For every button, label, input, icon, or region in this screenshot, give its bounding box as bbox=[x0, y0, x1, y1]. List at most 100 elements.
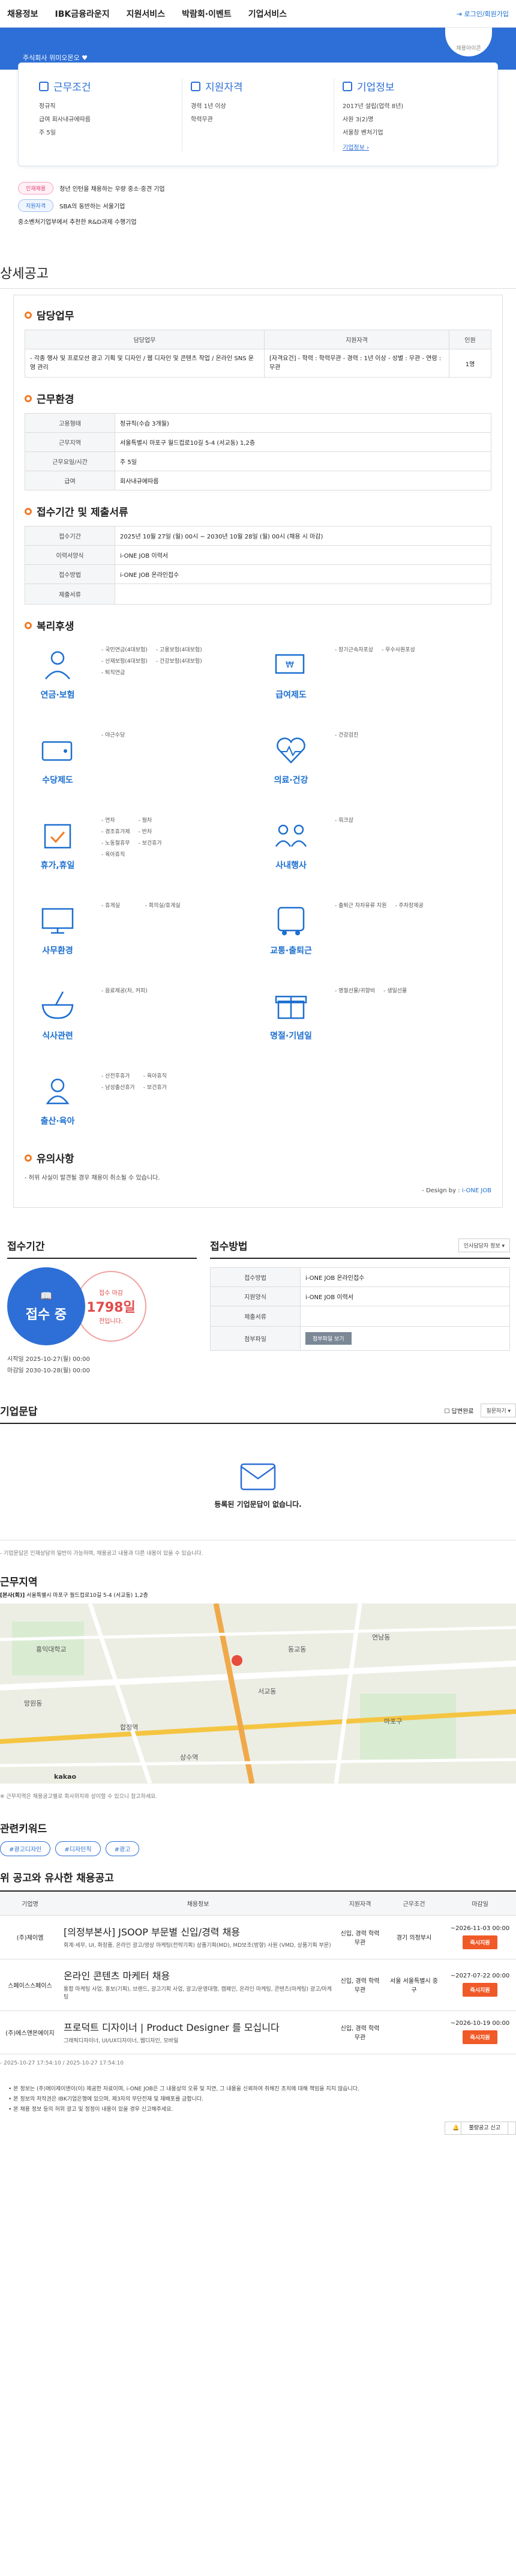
nav-item-lounge[interactable]: IBK금융라운지 bbox=[55, 8, 110, 20]
attach-view-button[interactable]: 첨부파일 보기 bbox=[305, 1332, 352, 1345]
benefit-list-item: - 야근수당 bbox=[101, 732, 125, 738]
col-header: 지원자격 bbox=[263, 330, 450, 349]
benefit-label: 사내행사 bbox=[275, 861, 307, 870]
job-title[interactable]: [의정부본사] JSOOP 부문별 신입/경력 채용 bbox=[64, 1924, 332, 1938]
row-value: i-ONE JOB 이력서 bbox=[300, 1286, 510, 1306]
job-cell[interactable]: 온라인 콘텐츠 마케터 채용통합 마케팅 사업, 홍보(기획), 브랜드, 광고… bbox=[60, 1959, 336, 2011]
report-label[interactable]: 불량공고 신고 bbox=[461, 2122, 508, 2135]
benefit-list: - 연차 - 월차 - 경조휴가제 - 반차 - 노동절휴무 - 보건휴가 - 육아휴직 bbox=[101, 810, 167, 881]
benefit-list-item: - 우수사원포상 bbox=[382, 647, 415, 653]
caution-heading: 유의사항 bbox=[25, 1150, 491, 1165]
nav-item-business[interactable]: 기업서비스 bbox=[248, 8, 287, 20]
benefit-item: 사내행사 - 워크샵 bbox=[258, 810, 491, 881]
table-row[interactable]: 스페이스스페이스 온라인 콘텐츠 마케터 채용통합 마케팅 사업, 홍보(기획)… bbox=[0, 1959, 516, 2011]
keyword-pill[interactable]: #광고디자인 bbox=[0, 1841, 51, 1856]
benefit-item: 의료·건강 - 건강검진 bbox=[258, 725, 491, 796]
link-text[interactable]: 기업정보 bbox=[343, 145, 365, 151]
qa-header: 기업문답 ☐ 답변완료 질문하기 ▾ bbox=[0, 1403, 516, 1424]
apply-info-heading: 접수기간 및 제출서류 bbox=[25, 504, 491, 519]
dday-ring: 접수 마감 1798일 전입니다. bbox=[76, 1271, 146, 1342]
company-cell[interactable]: (주)에스앤몬에이지 bbox=[0, 2010, 60, 2054]
benefit-list-item: - 산재보험(4대보험) bbox=[101, 659, 148, 665]
job-cell[interactable]: 프로덕트 디자이너 | Product Designer 를 모십니다 그래픽디자… bbox=[60, 2010, 336, 2054]
benefit-list-item: - 산전후휴가 bbox=[101, 1073, 130, 1079]
nav-item-support[interactable]: 지원서비스 bbox=[127, 8, 165, 20]
badge-row: 중소벤처기업부에서 추천한 R&D과제 수행기업 bbox=[18, 217, 498, 226]
table-row[interactable]: (주)제이엠 [의정부본사] JSOOP 부문별 신입/경력 채용 회계·세무, … bbox=[0, 1915, 516, 1959]
gift-icon bbox=[275, 995, 307, 1019]
benefit-list-item: - 노동절휴무 bbox=[101, 840, 130, 846]
apply-section: 접수기간 📖 접수 중 접수 마감 1798일 전입니다. 시작일 2025-10-2… bbox=[0, 1238, 516, 1377]
table-row: 이력서양식 i-ONE JOB 이력서 bbox=[25, 545, 491, 565]
row-value: i-ONE JOB 이력서 bbox=[115, 545, 491, 565]
env-heading: 근무환경 bbox=[25, 391, 491, 406]
map-canvas[interactable]: 홍익대학교 서교동 합정역 마포구 망원동 연남동 동교동 상수역 kakao bbox=[0, 1603, 516, 1784]
quick-apply-button[interactable]: 즉시지원 bbox=[463, 1935, 497, 1949]
row-key: 급여 bbox=[25, 471, 115, 490]
deadline-text: ~2027-07-22 00:00 bbox=[450, 1973, 510, 1979]
quick-apply-button[interactable]: 즉시지원 bbox=[463, 2030, 497, 2045]
money-card-icon: ₩ bbox=[275, 654, 305, 674]
map-label: 서교동 bbox=[258, 1688, 276, 1695]
job-desc: 통합 마케팅 사업, 홍보(기획), 브랜드, 광고기획 사업, 광고/운영대행… bbox=[64, 1986, 332, 2001]
company-logo: 채용아이콘 bbox=[444, 28, 493, 58]
benefit-list-item: - 회의실/휴게실 bbox=[145, 903, 181, 909]
bullet-ring-icon bbox=[25, 394, 32, 402]
nav-item-jobs[interactable]: 채용정보 bbox=[7, 8, 38, 20]
count-cell: 1명 bbox=[449, 349, 491, 378]
row-key: 이력서양식 bbox=[25, 545, 115, 565]
benefit-item: 명절·기념일 - 명절선물/귀향비 - 생일선물 bbox=[258, 981, 491, 1052]
map-label: 합정역 bbox=[120, 1724, 138, 1731]
login-link[interactable]: ⇥ 로그인/회원가입 bbox=[457, 9, 509, 19]
caution-text: - 허위 사실이 발견될 경우 채용이 취소될 수 있습니다. bbox=[25, 1175, 160, 1181]
col-header: 기업명 bbox=[0, 1892, 60, 1916]
map[interactable]: 홍익대학교 서교동 합정역 마포구 망원동 연남동 동교동 상수역 kakao bbox=[0, 1603, 516, 1784]
company-info-link[interactable]: 기업정보 › bbox=[343, 142, 477, 151]
job-cell[interactable]: [의정부본사] JSOOP 부문별 신입/경력 채용 회계·세무, UI, 화장품… bbox=[60, 1915, 336, 1959]
card-row: 급여 회사내규에따름 bbox=[39, 116, 91, 123]
card-qualification: 지원자격 경력 1년 이상 학력무관 bbox=[182, 79, 334, 151]
heart-icon[interactable]: ♥ bbox=[82, 54, 88, 62]
row-key: 첨부파일 bbox=[210, 1326, 301, 1351]
qa-empty-text: 등록된 기업문답이 없습니다. bbox=[214, 1500, 302, 1509]
checkbox-label: 답변완료 bbox=[451, 1408, 474, 1415]
hr-info-select[interactable]: 인사담당자 정보 ▾ bbox=[458, 1238, 510, 1252]
report-button[interactable]: 🔔 불량공고 신고 bbox=[445, 2122, 516, 2135]
keyword-pill[interactable]: #광고 bbox=[105, 1841, 140, 1856]
select-value[interactable]: 질문하기 bbox=[486, 1408, 506, 1414]
map-label: 홍익대학교 bbox=[36, 1645, 67, 1653]
row-key: 고용형태 bbox=[25, 413, 115, 433]
detail-box: 담당업무 담당업무 지원자격 인원 - 각종 행사 및 프로모션 광고 기획 및… bbox=[13, 295, 503, 1208]
card-conditions: 근무조건 정규직 급여 회사내규에따름 주 5일 bbox=[31, 79, 182, 151]
card-title: 기업정보 bbox=[343, 79, 477, 94]
job-title[interactable]: 프로덕트 디자이너 | Product Designer 를 모십니다 bbox=[64, 2019, 332, 2034]
company-cell[interactable]: (주)제이엠 bbox=[0, 1915, 60, 1959]
footer-meta: - 2025-10-27 17:54:10 / 2025-10-27 17:54… bbox=[0, 2060, 124, 2066]
select-value[interactable]: 인사담당자 정보 bbox=[464, 1243, 500, 1249]
cond-cell: 서울 서울특별시 중구 bbox=[384, 1959, 444, 2011]
top-nav: 채용정보 IBK금융라운지 지원서비스 박람회·이벤트 기업서비스 ⇥ 로그인/… bbox=[0, 0, 516, 28]
location-section: 근무지역 [본사(회)] 서울특별시 마포구 월드컵로10길 5-4 (서교동)… bbox=[0, 1573, 516, 1800]
nav-item-expo[interactable]: 박람회·이벤트 bbox=[182, 8, 232, 20]
qa-sort-select[interactable]: 질문하기 ▾ bbox=[481, 1404, 516, 1417]
table-row: 접수기간 2025년 10월 27일 (월) 00시 ~ 2030년 10월 28… bbox=[25, 526, 491, 546]
quick-apply-button[interactable]: 즉시지원 bbox=[463, 1983, 497, 1997]
answered-checkbox[interactable]: ☐ 답변완료 bbox=[445, 1406, 474, 1415]
keyword-pill[interactable]: #디자인직 bbox=[55, 1841, 101, 1856]
benefit-label: 급여제도 bbox=[275, 690, 307, 700]
bus-icon bbox=[277, 906, 305, 935]
document-icon bbox=[39, 81, 49, 91]
row-value: 주 5일 bbox=[115, 451, 491, 471]
login-label[interactable]: 로그인/회원가입 bbox=[464, 10, 509, 18]
benefit-label: 명절·기념일 bbox=[270, 1031, 312, 1041]
apply-method-header: 접수방법 인사담당자 정보 ▾ bbox=[210, 1238, 510, 1259]
job-title[interactable]: 온라인 콘텐츠 마케터 채용 bbox=[64, 1968, 332, 1982]
benefit-head: 사무환경 bbox=[25, 896, 91, 967]
company-cell[interactable]: 스페이스스페이스 bbox=[0, 1959, 60, 2011]
footer-notes: • 본 정보는 (주)에이제이앤이(이) 제공한 자료이며, i-ONE JOB… bbox=[0, 2084, 516, 2113]
similar-section: 위 공고와 유사한 채용공고 기업명 채용정보 지원자격 근무조건 마감일 (주… bbox=[0, 1869, 516, 2054]
table-row[interactable]: (주)에스앤몬에이지 프로덕트 디자이너 | Product Designer … bbox=[0, 2010, 516, 2054]
env-table: 고용형태 정규직(수습 3개월) 근무지역 서울특별시 마포구 월드컵로10길 5-… bbox=[25, 413, 491, 490]
credit-prefix: - Design by : bbox=[422, 1187, 460, 1194]
benefit-item: 출산·육아 - 산전후휴가 - 육아휴직 - 남성출산휴가 - 보건휴가 bbox=[25, 1066, 258, 1137]
